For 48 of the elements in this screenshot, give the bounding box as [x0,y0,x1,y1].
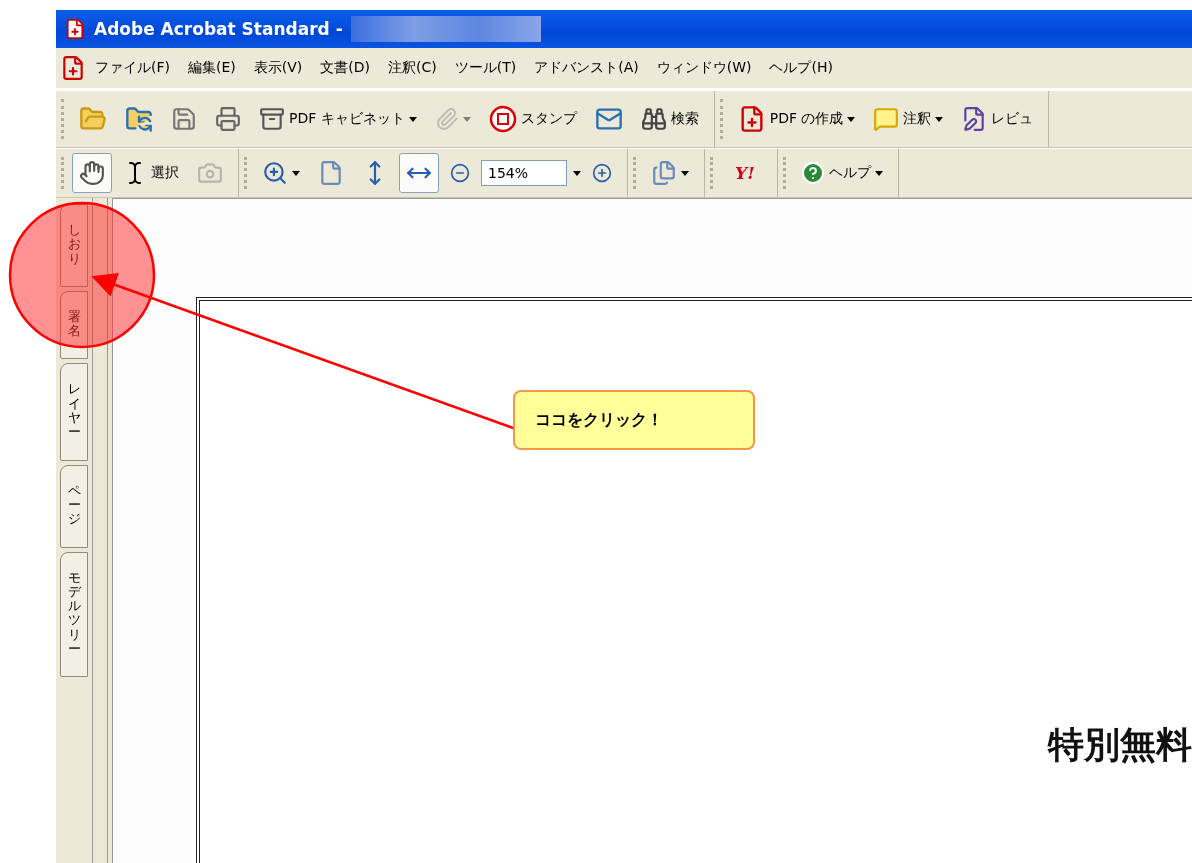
zoom-field[interactable]: 154% [481,160,567,186]
toolbar-button[interactable]: PDF キャビネット [252,99,424,139]
toolbar-icon-button[interactable] [399,153,439,193]
side-tab[interactable]: レイヤー [60,363,88,461]
side-tab[interactable]: モデルツリー [60,551,88,678]
printer-icon [215,106,241,132]
zoom-in-icon [592,163,612,183]
menu-item[interactable]: ウィンドウ(W) [647,59,761,77]
toolbar-button[interactable]: 注釈 [866,99,951,139]
camera-icon [197,160,223,186]
toolbar-button[interactable]: ヘルプ [793,153,890,193]
save-icon [171,106,197,132]
hand-icon [79,160,105,186]
pages-icon [651,160,677,186]
side-tab[interactable]: ページ [60,464,88,548]
paperclip-icon [434,107,459,131]
menu-item[interactable]: ファイル(F) [86,59,179,77]
side-tab[interactable]: しおり [60,204,88,287]
stamp-icon [488,105,517,133]
zoom-in-icon [262,160,288,186]
toolbar-button[interactable]: 検索 [633,99,706,139]
app-icon [60,55,86,81]
menu-item[interactable]: アドバンスト(A) [525,59,648,77]
page-icon [318,160,344,186]
menu-item[interactable]: 文書(D) [311,59,379,77]
yahoo-logo[interactable]: Y! [721,163,769,183]
cabinet-icon [259,106,285,132]
window-title: Adobe Acrobat Standard - [94,19,343,39]
toolbar-button[interactable]: スタンプ [481,99,584,139]
menu-item[interactable]: 表示(V) [244,59,312,77]
toolbar-button[interactable]: PDF の作成 [730,99,863,139]
zoom-out-icon [450,163,470,183]
menu-item[interactable]: ツール(T) [445,59,526,77]
menu-item[interactable]: 編集(E) [179,59,245,77]
menu-item[interactable]: ヘルプ(H) [760,59,842,77]
app-icon [64,18,86,40]
panel-splitter[interactable] [92,198,108,863]
callout-note: ココをクリック！ [513,390,755,450]
comment-icon [873,106,900,132]
toolbar-button[interactable]: 選択 [116,153,186,193]
document-heading: 特別無料 [1048,723,1192,765]
toolbar-button[interactable]: レビュ [954,99,1041,139]
help-icon [800,161,825,185]
menu-item[interactable]: 注釈(C) [379,59,446,77]
caret-icon[interactable] [573,170,581,176]
binoculars-icon [640,106,667,132]
side-tab[interactable]: 署名 [60,290,88,360]
toolbar-icon-button[interactable] [72,153,112,193]
